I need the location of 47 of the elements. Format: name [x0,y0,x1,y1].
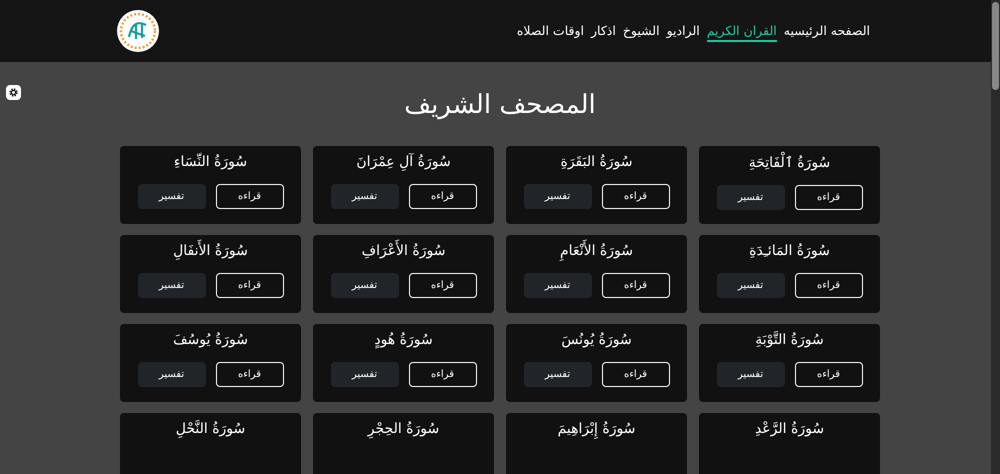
surah-name: سُورَةُ يُوسُفَ [173,332,248,348]
tafsir-button[interactable]: تفسير [138,273,206,298]
read-button[interactable]: قراءه [408,184,476,209]
read-button[interactable]: قراءه [602,184,670,209]
read-button[interactable]: قراءه [602,362,670,387]
nav-link[interactable]: الراديو [666,20,700,42]
read-button[interactable]: قراءه [408,362,476,387]
read-button[interactable]: قراءه [408,273,476,298]
surah-name: سُورَةُ الحِجْرِ [368,421,440,437]
settings-icon[interactable] [6,85,21,100]
surah-name: سُورَةُ النَّحْلِ [176,421,246,437]
tafsir-button[interactable]: تفسير [138,184,206,209]
surah-name: سُورَةُ البَقَرَةِ [560,154,633,170]
nav-link[interactable]: اذكار [591,20,616,42]
read-button[interactable]: قراءه [216,273,284,298]
surah-name: سُورَةُ هُودٍ [374,332,433,348]
read-button[interactable]: قراءه [216,184,284,209]
page-title: المصحف الشريف [404,90,596,120]
nav-link[interactable]: القران الكريم [706,20,777,42]
logo-icon[interactable] [116,9,160,53]
surah-name: سُورَةُ ٱلْفَاتِحَةِ [748,154,830,171]
surah-name: سُورَةُ إِبْرَاهِيمَ [558,421,636,437]
tafsir-button[interactable]: تفسير [716,362,784,387]
tafsir-button[interactable]: تفسير [330,184,398,209]
surah-name: سُورَةُ آلِ عِمْرَانَ [356,154,451,170]
scrollbar[interactable] [991,0,1000,474]
tafsir-button[interactable]: تفسير [524,362,592,387]
nav-link[interactable]: اوقات الصلاه [516,20,584,42]
nav-link[interactable]: الصفحه الرئيسيه [784,20,870,42]
read-button[interactable]: قراءه [602,273,670,298]
read-button[interactable]: قراءه [216,362,284,387]
surah-name: سُورَةُ يُونُسَ [561,332,632,348]
read-button[interactable]: قراءه [794,185,862,210]
tafsir-button[interactable]: تفسير [138,362,206,387]
read-button[interactable]: قراءه [794,273,862,298]
read-button[interactable]: قراءه [794,362,862,387]
tafsir-button[interactable]: تفسير [716,185,784,210]
tafsir-button[interactable]: تفسير [330,362,398,387]
tafsir-button[interactable]: تفسير [524,273,592,298]
surah-name: سُورَةُ النِّسَاءِ [174,154,248,170]
tafsir-button[interactable]: تفسير [330,273,398,298]
nav-link[interactable]: الشيوخ [622,20,660,42]
tafsir-button[interactable]: تفسير [716,273,784,298]
surah-name: سُورَةُ الرَّعْدِ [754,421,824,437]
tafsir-button[interactable]: تفسير [524,184,592,209]
surah-name: سُورَةُ التَّوْبَةِ [755,332,824,348]
surah-name: سُورَةُ المَائـِدَةِ [749,243,830,259]
